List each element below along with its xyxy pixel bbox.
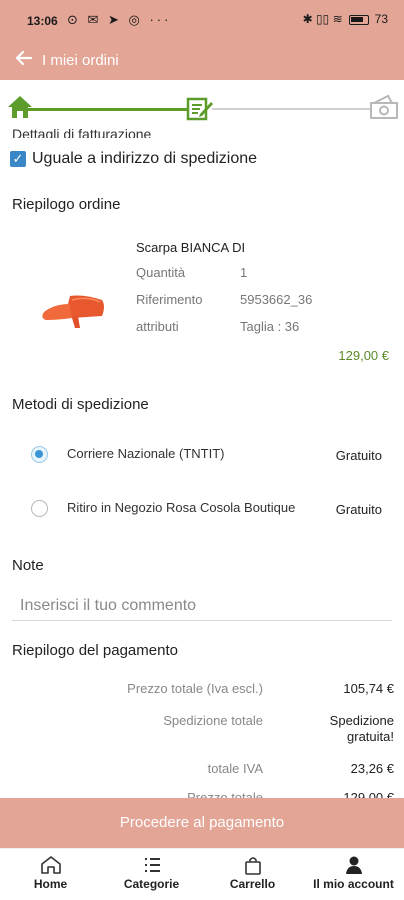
summary-label: totale IVA bbox=[207, 761, 263, 776]
same-address-label: Uguale a indirizzo di spedizione bbox=[32, 150, 258, 167]
status-time: 13:06 bbox=[27, 14, 58, 28]
nav-label: Home bbox=[33, 877, 68, 891]
billing-details-heading: Dettagli di fatturazione bbox=[12, 126, 152, 138]
connectivity-icons: ✱ ▯▯ ≋ bbox=[302, 12, 343, 26]
home-icon bbox=[0, 855, 101, 877]
notes-title: Note bbox=[12, 557, 44, 574]
shipping-radio-selected[interactable] bbox=[31, 446, 48, 463]
attribute-value: 1 bbox=[240, 265, 248, 280]
product-image[interactable] bbox=[36, 290, 108, 335]
summary-label: Prezzo totale (Iva escl.) bbox=[127, 681, 263, 696]
nav-label: Carrello bbox=[229, 877, 276, 891]
summary-value: 129,00 € bbox=[343, 790, 394, 798]
shipping-option[interactable]: Corriere Nazionale (TNTIT) Gratuito bbox=[0, 439, 404, 469]
nav-label: Categorie bbox=[123, 877, 180, 891]
stepper-progress-todo bbox=[212, 108, 372, 110]
app-bar: I miei ordini bbox=[0, 42, 404, 80]
bag-icon bbox=[202, 855, 303, 877]
order-summary-title: Riepilogo ordine bbox=[12, 196, 121, 213]
shipping-option-name: Corriere Nazionale (TNTIT) bbox=[67, 446, 225, 461]
same-address-checkbox[interactable]: ✓ bbox=[10, 151, 26, 167]
payment-step-icon[interactable] bbox=[368, 94, 400, 127]
status-bar: 13:06 ⊙ ✉ ➤ ◎ ··· ✱ ▯▯ ≋ 73 bbox=[0, 0, 404, 42]
attribute-value: 5953662_36 bbox=[240, 292, 313, 307]
product-price: 129,00 € bbox=[338, 348, 389, 363]
summary-label: Spedizione totale bbox=[163, 713, 263, 728]
product-name[interactable]: Scarpa BIANCA DI bbox=[136, 240, 245, 255]
checkout-stepper: Dettagli di fatturazione bbox=[0, 80, 404, 138]
list-icon bbox=[101, 855, 202, 877]
edit-step-icon[interactable] bbox=[186, 96, 214, 127]
comment-input[interactable] bbox=[12, 591, 392, 621]
nav-account[interactable]: Il mio account bbox=[303, 849, 404, 900]
same-address-row[interactable]: ✓ Uguale a indirizzo di spedizione bbox=[10, 150, 257, 168]
system-icons: ✱ ▯▯ ≋ 73 bbox=[303, 12, 388, 26]
shipping-option-price: Gratuito bbox=[335, 448, 382, 463]
proceed-to-payment-button[interactable]: Procedere al pagamento bbox=[0, 798, 404, 848]
payment-summary-title: Riepilogo del pagamento bbox=[12, 642, 178, 659]
shipping-methods-title: Metodi di spedizione bbox=[12, 396, 149, 413]
attribute-key: Quantità bbox=[136, 265, 186, 280]
notification-icons: ⊙ ✉ ➤ ◎ ··· bbox=[67, 12, 172, 27]
nav-label: Il mio account bbox=[313, 877, 394, 891]
nav-home[interactable]: Home bbox=[0, 849, 101, 900]
summary-row-partial: Prezzo totale 129,00 € bbox=[0, 786, 404, 798]
nav-categories[interactable]: Categorie bbox=[101, 849, 202, 900]
shipping-option-price: Gratuito bbox=[335, 502, 382, 517]
bottom-navigation: Home Categorie Carrello Il mio account bbox=[0, 848, 404, 900]
summary-label: Prezzo totale bbox=[187, 790, 263, 798]
battery-icon bbox=[348, 15, 369, 25]
summary-value: 23,26 € bbox=[350, 761, 394, 776]
summary-value: 105,74 € bbox=[343, 681, 394, 696]
battery-level: 73 bbox=[374, 12, 388, 26]
app-bar-title: I miei ordini bbox=[42, 52, 119, 69]
back-arrow-icon[interactable] bbox=[14, 48, 34, 74]
stepper-progress-done bbox=[28, 108, 193, 111]
nav-cart[interactable]: Carrello bbox=[202, 849, 303, 900]
user-icon bbox=[303, 855, 404, 877]
shipping-radio[interactable] bbox=[31, 500, 48, 517]
shipping-option[interactable]: Ritiro in Negozio Rosa Cosola Boutique G… bbox=[0, 493, 404, 523]
attribute-key: attributi bbox=[136, 319, 179, 334]
summary-value: Spedizione gratuita! bbox=[329, 713, 394, 744]
attribute-value: Taglia : 36 bbox=[240, 319, 300, 334]
attribute-key: Riferimento bbox=[136, 292, 203, 307]
shipping-option-name: Ritiro in Negozio Rosa Cosola Boutique bbox=[67, 500, 296, 515]
home-step-icon[interactable] bbox=[6, 94, 34, 125]
